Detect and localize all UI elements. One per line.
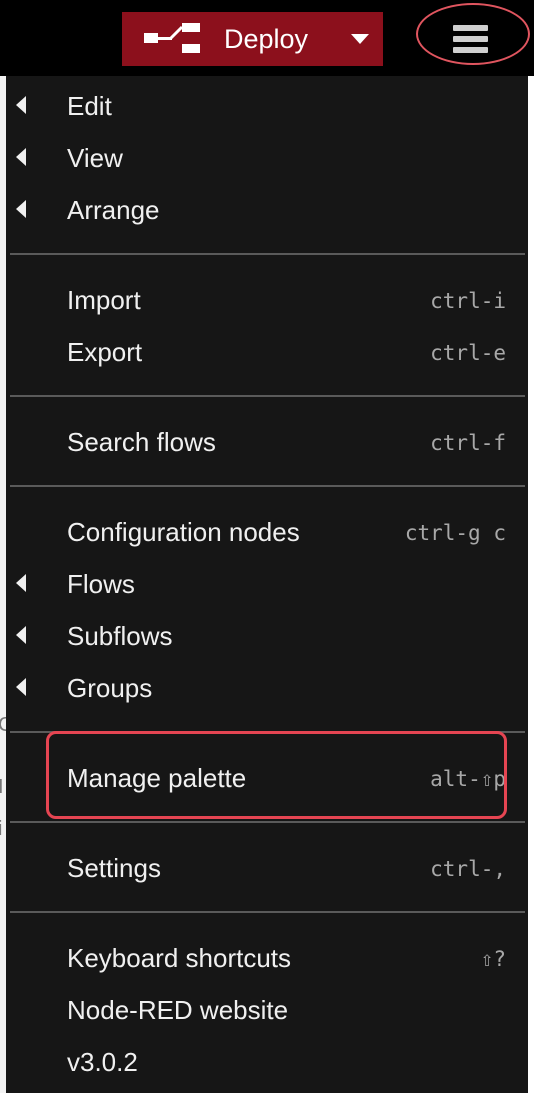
menu-item-edit[interactable]: Edit: [6, 79, 528, 131]
background-text-fragment: I: [0, 776, 4, 798]
menu-item-label: Manage palette: [67, 763, 247, 793]
menu-item-label: Settings: [67, 853, 161, 883]
menu-item-label: Arrange: [67, 195, 160, 225]
menu-item-export[interactable]: Export ctrl-e: [6, 325, 528, 377]
deploy-dropdown-caret-icon[interactable]: [351, 34, 369, 44]
menu-divider: [10, 731, 525, 733]
menu-item-view[interactable]: View: [6, 131, 528, 183]
submenu-arrow-icon: [16, 574, 26, 592]
background-text-fragment: i: [0, 818, 3, 840]
submenu-arrow-icon: [16, 96, 26, 114]
menu-item-label: Groups: [67, 673, 153, 703]
menu-item-shortcut: alt-⇧p: [430, 767, 506, 791]
menu-item-shortcut: ctrl-f: [430, 431, 506, 455]
menu-item-label: Keyboard shortcuts: [67, 943, 292, 973]
menu-divider: [10, 485, 525, 487]
deploy-flow-icon: [144, 23, 200, 53]
menu-item-manage-palette[interactable]: Manage palette alt-⇧p: [6, 751, 528, 803]
menu-item-node-red-website[interactable]: Node-RED website: [6, 983, 528, 1035]
menu-item-flows[interactable]: Flows: [6, 557, 528, 609]
menu-item-label: Configuration nodes: [67, 517, 300, 547]
menu-divider: [10, 911, 525, 913]
menu-divider: [10, 395, 525, 397]
menu-item-groups[interactable]: Groups: [6, 661, 528, 713]
submenu-arrow-icon: [16, 148, 26, 166]
menu-item-shortcut: ⇧?: [480, 947, 506, 971]
submenu-arrow-icon: [16, 678, 26, 696]
menu-divider: [10, 253, 525, 255]
menu-item-label: Node-RED website: [67, 995, 289, 1025]
menu-item-subflows[interactable]: Subflows: [6, 609, 528, 661]
menu-item-label: Search flows: [67, 427, 216, 457]
menu-item-shortcut: ctrl-g c: [404, 521, 506, 545]
menu-item-shortcut: ctrl-,: [430, 857, 506, 881]
menu-item-shortcut: ctrl-e: [430, 341, 506, 365]
menu-item-label: Import: [67, 285, 141, 315]
main-menu-button[interactable]: [440, 16, 500, 60]
menu-item-keyboard-shortcuts[interactable]: Keyboard shortcuts ⇧?: [6, 931, 528, 983]
menu-item-import[interactable]: Import ctrl-i: [6, 273, 528, 325]
submenu-arrow-icon: [16, 200, 26, 218]
hamburger-icon: [453, 25, 488, 31]
menu-item-label: Subflows: [67, 621, 173, 651]
menu-item-search-flows[interactable]: Search flows ctrl-f: [6, 415, 528, 467]
menu-divider: [10, 821, 525, 823]
menu-item-label: View: [67, 143, 123, 173]
menu-item-label: Edit: [67, 91, 112, 121]
menu-item-version: v3.0.2: [6, 1035, 528, 1087]
version-label: v3.0.2: [67, 1047, 138, 1077]
deploy-button[interactable]: Deploy: [122, 12, 383, 66]
menu-item-label: Flows: [67, 569, 135, 599]
main-menu-dropdown: Edit View Arrange Import ctrl-i Export c…: [6, 76, 528, 1093]
menu-item-arrange[interactable]: Arrange: [6, 183, 528, 235]
menu-item-settings[interactable]: Settings ctrl-,: [6, 841, 528, 893]
deploy-label: Deploy: [224, 24, 309, 54]
menu-item-configuration-nodes[interactable]: Configuration nodes ctrl-g c: [6, 505, 528, 557]
submenu-arrow-icon: [16, 626, 26, 644]
menu-item-label: Export: [67, 337, 143, 367]
menu-item-shortcut: ctrl-i: [430, 289, 506, 313]
